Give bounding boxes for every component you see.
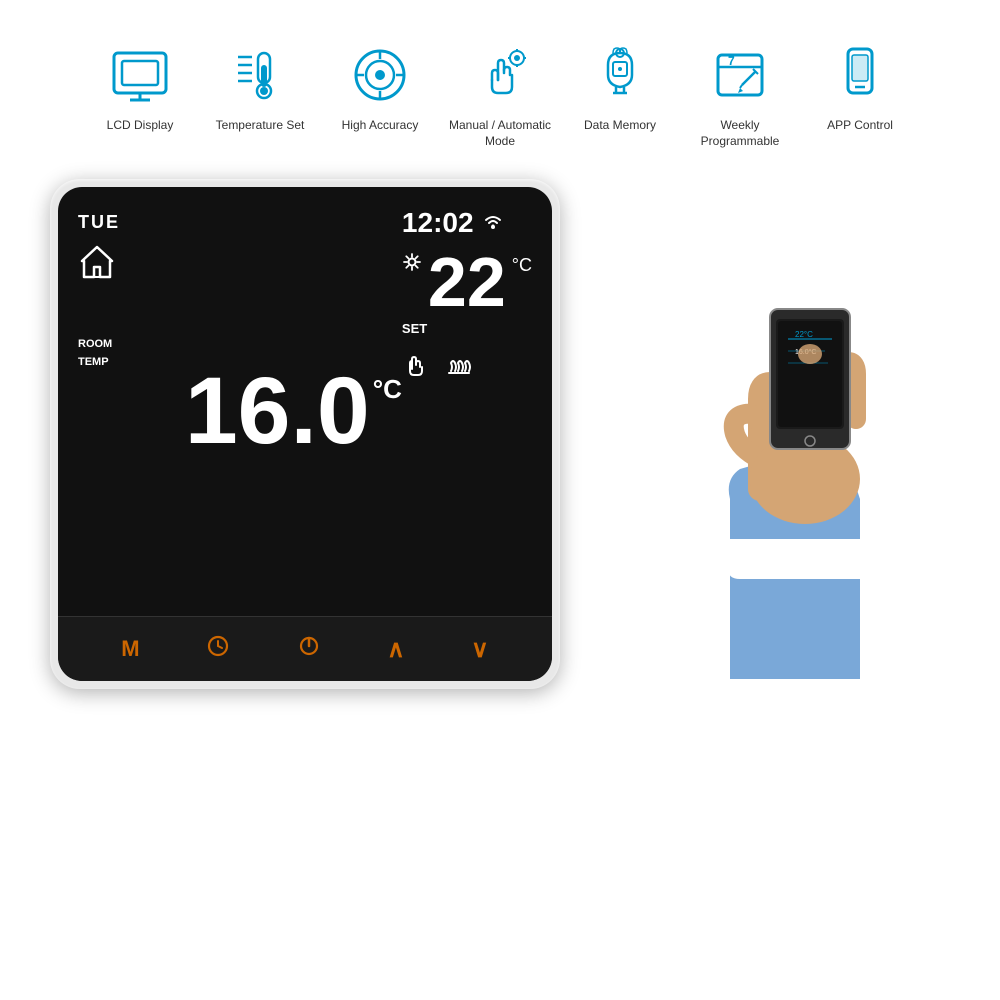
feature-weekly-programmable: 7 Weekly Programmable bbox=[685, 40, 795, 149]
high-accuracy-label: High Accuracy bbox=[342, 118, 419, 134]
svg-text:7: 7 bbox=[728, 54, 735, 68]
app-control-label: APP Control bbox=[827, 118, 893, 134]
weekly-programmable-label: Weekly Programmable bbox=[685, 118, 795, 149]
thermostat-inner: TUE ROOM TEMP bbox=[58, 187, 552, 681]
current-temp-unit: °C bbox=[373, 376, 402, 402]
manual-auto-icon bbox=[465, 40, 535, 110]
weekly-programmable-icon: 7 bbox=[705, 40, 775, 110]
feature-data-memory: Data Memory bbox=[565, 40, 675, 134]
set-label: SET bbox=[402, 321, 427, 336]
current-temperature: 16.0 °C bbox=[185, 364, 402, 459]
high-accuracy-icon bbox=[345, 40, 415, 110]
button-up[interactable]: ∧ bbox=[387, 635, 405, 664]
feature-high-accuracy: High Accuracy bbox=[325, 40, 435, 134]
manual-auto-label: Manual / Automatic Mode bbox=[445, 118, 555, 149]
data-memory-icon bbox=[585, 40, 655, 110]
temperature-set-label: Temperature Set bbox=[216, 118, 305, 134]
bottom-icons-right bbox=[402, 349, 473, 382]
wifi-icon bbox=[482, 212, 504, 235]
day-label: TUE bbox=[78, 212, 120, 233]
temperature-set-icon bbox=[225, 40, 295, 110]
main-content: TUE ROOM TEMP bbox=[0, 169, 1000, 719]
app-control-icon bbox=[825, 40, 895, 110]
gear-icon bbox=[402, 252, 422, 277]
button-down[interactable]: ∨ bbox=[471, 635, 489, 664]
phone-hand-area: 22°C 16.0°C bbox=[590, 179, 970, 679]
thermostat-device: TUE ROOM TEMP bbox=[50, 179, 570, 699]
button-clock[interactable] bbox=[206, 634, 230, 664]
current-temp-value: 16.0 bbox=[185, 364, 370, 459]
set-temp-unit: °C bbox=[512, 255, 532, 276]
feature-manual-auto: Manual / Automatic Mode bbox=[445, 40, 555, 149]
room-temp-label: ROOM TEMP bbox=[78, 338, 112, 368]
time-row: 12:02 bbox=[402, 207, 504, 239]
lcd-display-label: LCD Display bbox=[107, 118, 174, 134]
svg-text:22°C: 22°C bbox=[795, 330, 813, 339]
set-temp-value: 22 bbox=[428, 243, 506, 321]
thermostat-outer: TUE ROOM TEMP bbox=[50, 179, 560, 689]
feature-lcd-display: LCD Display bbox=[85, 40, 195, 134]
heat-icon bbox=[445, 349, 473, 382]
phone-hand-svg: 22°C 16.0°C bbox=[640, 199, 920, 679]
feature-temperature-set: Temperature Set bbox=[205, 40, 315, 134]
time-display: 12:02 bbox=[402, 207, 474, 239]
button-m[interactable]: M bbox=[121, 636, 139, 662]
button-power[interactable] bbox=[297, 634, 321, 664]
lcd-display-icon bbox=[105, 40, 175, 110]
feature-app-control: APP Control bbox=[805, 40, 915, 134]
touch-icon bbox=[402, 349, 430, 382]
data-memory-label: Data Memory bbox=[584, 118, 656, 134]
house-icon bbox=[78, 243, 116, 289]
display-area: TUE ROOM TEMP bbox=[58, 187, 552, 616]
set-temperature-block: 22 bbox=[428, 247, 506, 317]
left-panel: TUE ROOM TEMP bbox=[78, 207, 185, 606]
features-row: LCD Display Temperature Set bbox=[0, 0, 1000, 169]
right-panel: 12:02 bbox=[402, 207, 532, 606]
buttons-row: M ∧ ∨ bbox=[58, 616, 552, 681]
